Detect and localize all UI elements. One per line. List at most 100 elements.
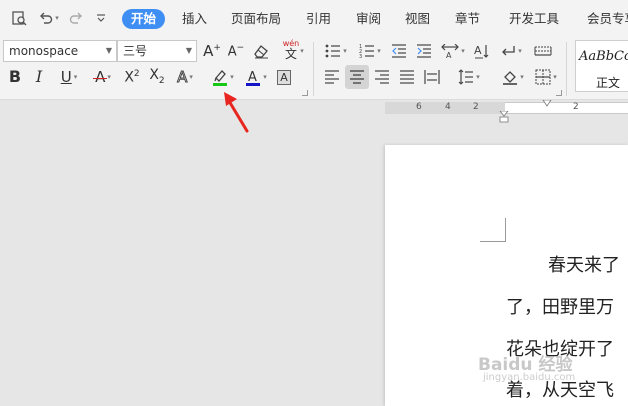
highlight-color-swatch bbox=[213, 83, 228, 86]
document-text-line[interactable]: 春天来了 bbox=[548, 251, 620, 277]
italic-button[interactable]: I bbox=[30, 66, 48, 88]
align-center-icon bbox=[350, 70, 364, 84]
undo-icon bbox=[40, 12, 53, 24]
paint-bucket-icon bbox=[503, 71, 518, 85]
font-dialog-launcher[interactable] bbox=[302, 90, 308, 96]
strikethrough-icon: A bbox=[93, 67, 108, 86]
numbering-button[interactable]: 123 ▾ bbox=[356, 40, 384, 62]
outdent-icon bbox=[392, 44, 406, 58]
tab-review[interactable]: 审阅 bbox=[356, 9, 381, 29]
highlight-color-button[interactable]: ▾ bbox=[208, 66, 238, 88]
tab-chapter[interactable]: 章节 bbox=[455, 9, 480, 29]
separator bbox=[313, 42, 314, 96]
indent-icon bbox=[417, 44, 431, 58]
svg-text:A: A bbox=[474, 44, 482, 57]
tab-insert[interactable]: 插入 bbox=[182, 9, 207, 29]
chevron-down-icon: ▼ bbox=[185, 46, 192, 55]
highlighter-icon bbox=[213, 70, 228, 86]
enter-mark-icon bbox=[502, 46, 515, 56]
character-shading-icon: A bbox=[277, 69, 291, 85]
border-lines-icon bbox=[534, 46, 552, 56]
red-annotation-arrow-icon bbox=[224, 92, 249, 133]
chevron-down-icon[interactable]: ▾ bbox=[263, 73, 267, 81]
increase-font-size-button[interactable]: A+ bbox=[203, 40, 221, 62]
redo-icon bbox=[69, 12, 82, 24]
paragraph-dialog-launcher[interactable] bbox=[556, 90, 562, 96]
align-justify-icon bbox=[400, 70, 414, 84]
subscript-button[interactable]: X2 bbox=[147, 66, 167, 88]
distributed-align-button[interactable] bbox=[422, 66, 442, 88]
superscript-button[interactable]: X2 bbox=[122, 66, 142, 88]
align-center-button[interactable] bbox=[345, 65, 369, 89]
decrease-indent-button[interactable] bbox=[389, 40, 409, 62]
align-right-button[interactable] bbox=[372, 66, 392, 88]
watermark-url: jingyan.baidu.com bbox=[483, 372, 576, 383]
paragraph-marks-button[interactable]: ▾ bbox=[497, 40, 525, 62]
pinyin-char: 文 bbox=[284, 46, 297, 61]
font-color-button[interactable]: A ▾ bbox=[242, 66, 270, 88]
tab-developer[interactable]: 开发工具 bbox=[509, 9, 559, 29]
superscript-icon: X2 bbox=[124, 68, 140, 86]
numbered-list-icon: 123 bbox=[359, 44, 375, 58]
align-left-button[interactable] bbox=[322, 66, 342, 88]
svg-text:3: 3 bbox=[359, 54, 362, 58]
chinese-layout-button[interactable]: A ▾ bbox=[439, 40, 467, 62]
bold-button[interactable]: B bbox=[6, 66, 24, 88]
underline-icon: U bbox=[60, 67, 72, 86]
sort-icon: A bbox=[474, 44, 489, 59]
tab-view[interactable]: 视图 bbox=[405, 9, 430, 29]
borders-button[interactable]: ▾ bbox=[532, 66, 560, 88]
bold-icon: B bbox=[8, 67, 22, 86]
chevron-down-icon[interactable]: ▾ bbox=[298, 40, 306, 62]
style-normal[interactable]: AaBbCc 正文 bbox=[575, 40, 628, 92]
underline-button[interactable]: U ▾ bbox=[55, 66, 83, 88]
bullet-list-icon bbox=[325, 44, 341, 58]
ruler-tick-label: 2 bbox=[573, 102, 579, 112]
left-indent-marker[interactable] bbox=[499, 111, 509, 123]
redo-button[interactable] bbox=[68, 9, 84, 27]
chevron-down-icon: ▼ bbox=[105, 46, 112, 55]
decrease-font-icon: A− bbox=[227, 42, 245, 60]
distribute-icon bbox=[424, 70, 440, 84]
tab-home[interactable]: 开始 bbox=[122, 9, 166, 29]
first-line-indent-marker[interactable] bbox=[542, 100, 552, 107]
tab-page-layout[interactable]: 页面布局 bbox=[231, 9, 281, 29]
borders-grid-icon bbox=[535, 69, 551, 85]
bullets-button[interactable]: ▾ bbox=[322, 40, 350, 62]
line-spacing-button[interactable]: ▾ bbox=[455, 66, 483, 88]
align-left-icon bbox=[325, 70, 339, 84]
customize-toolbar-icon bbox=[97, 14, 105, 22]
tab-references[interactable]: 引用 bbox=[306, 9, 331, 29]
shading-button[interactable]: ▾ bbox=[499, 66, 527, 88]
line-spacing-icon bbox=[458, 69, 474, 85]
print-preview-button[interactable] bbox=[10, 9, 28, 27]
table-border-button[interactable] bbox=[532, 40, 554, 62]
font-name-value: monospace bbox=[9, 44, 79, 58]
svg-text:A: A bbox=[446, 51, 452, 58]
font-name-select[interactable]: monospace ▼ bbox=[3, 40, 117, 62]
chevron-down-icon[interactable]: ▾ bbox=[230, 73, 234, 81]
sort-button[interactable]: A bbox=[473, 40, 491, 62]
align-right-icon bbox=[375, 70, 389, 84]
clear-formatting-button[interactable] bbox=[252, 40, 270, 62]
undo-dropdown-icon[interactable]: ▾ bbox=[55, 14, 59, 22]
justify-button[interactable] bbox=[397, 66, 417, 88]
customize-quick-access-button[interactable] bbox=[94, 9, 108, 27]
font-color-swatch bbox=[246, 83, 261, 86]
decrease-font-size-button[interactable]: A− bbox=[227, 40, 245, 62]
undo-button[interactable]: ▾ bbox=[37, 9, 61, 27]
character-shading-button[interactable]: A bbox=[275, 66, 293, 88]
tab-member[interactable]: 会员专享 bbox=[587, 9, 628, 29]
font-size-select[interactable]: 三号 ▼ bbox=[117, 40, 197, 62]
ruler-tick-label: 6 bbox=[416, 102, 422, 112]
text-effect-button[interactable]: A ▾ bbox=[171, 66, 199, 88]
document-text-line[interactable]: 了，田野里万 bbox=[506, 293, 614, 319]
increase-indent-button[interactable] bbox=[414, 40, 434, 62]
strikethrough-button[interactable]: A ▾ bbox=[88, 66, 118, 88]
style-name: 正文 bbox=[596, 76, 621, 90]
print-preview-icon bbox=[12, 11, 27, 26]
ruler-tick-label: 2 bbox=[473, 102, 479, 112]
page-corner-mark bbox=[480, 218, 506, 242]
svg-text:A: A bbox=[248, 70, 257, 85]
style-sample-text: AaBbCc bbox=[579, 49, 628, 64]
